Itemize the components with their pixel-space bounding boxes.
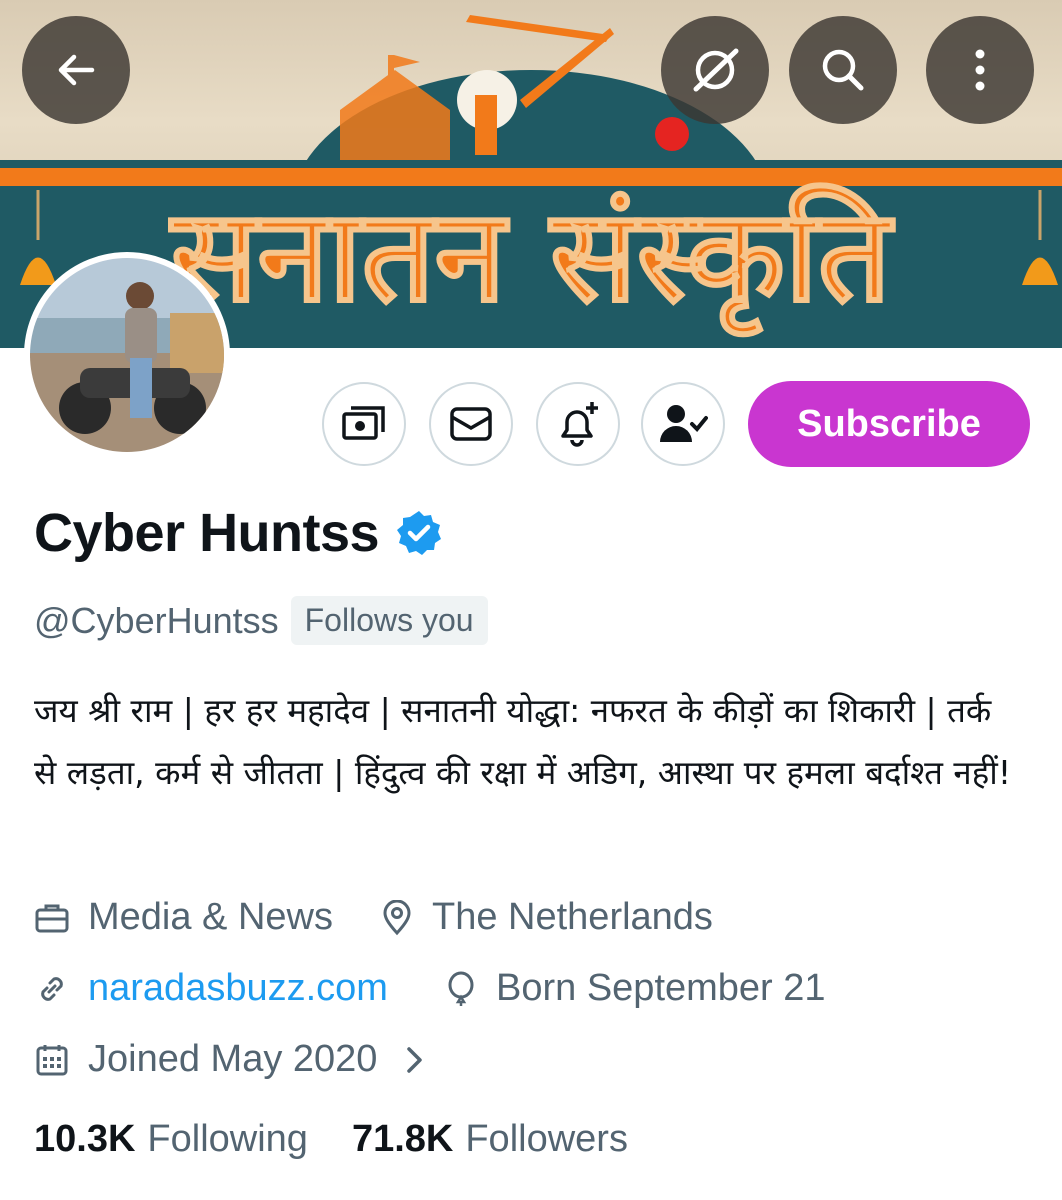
following-label: Following xyxy=(147,1118,308,1160)
name-row: Cyber Huntss xyxy=(34,502,443,564)
website-item[interactable]: naradasbuzz.com xyxy=(34,967,388,1010)
following-count: 10.3K xyxy=(34,1118,136,1160)
more-vertical-icon xyxy=(975,49,985,91)
link-icon xyxy=(41,976,63,1001)
grok-button[interactable] xyxy=(661,16,769,124)
avatar-photo xyxy=(30,258,224,452)
display-name: Cyber Huntss xyxy=(34,503,380,563)
briefcase-icon xyxy=(35,904,69,932)
followers-count: 71.8K xyxy=(351,1118,454,1160)
bell-plus-icon xyxy=(561,402,598,447)
handle: @CyberHuntss xyxy=(34,599,279,641)
follow-stats: 10.3K Following 71.8K Followers xyxy=(34,1118,672,1161)
search-button[interactable] xyxy=(789,16,897,124)
category-item: Media & News xyxy=(34,896,333,939)
joined-item[interactable]: Joined May 2020 xyxy=(34,1038,445,1081)
website-link[interactable]: naradasbuzz.com xyxy=(88,967,388,1010)
followers-stat[interactable]: 71.8K Followers xyxy=(352,1118,628,1161)
following-stat[interactable]: 10.3K Following xyxy=(34,1118,308,1161)
birthday-label: Born September 21 xyxy=(496,967,826,1009)
verified-badge-icon[interactable] xyxy=(395,509,443,557)
profile-avatar[interactable] xyxy=(24,252,230,458)
subscribe-button[interactable]: Subscribe xyxy=(748,381,1030,467)
category-label: Media & News xyxy=(88,896,333,938)
notifications-button[interactable] xyxy=(536,382,620,466)
chevron-right-icon xyxy=(407,1046,423,1073)
location-label: The Netherlands xyxy=(432,896,713,938)
calendar-icon xyxy=(36,1044,68,1075)
location-item: The Netherlands xyxy=(380,896,713,939)
follows-you-badge: Follows you xyxy=(290,596,488,645)
following-button[interactable] xyxy=(641,382,725,466)
followers-label: Followers xyxy=(465,1118,628,1160)
balloon-icon xyxy=(448,971,474,1006)
money-icon xyxy=(342,406,385,440)
mail-icon xyxy=(450,407,492,441)
arrow-left-icon xyxy=(58,54,95,86)
search-icon xyxy=(822,49,864,91)
grok-slash-icon xyxy=(693,48,739,92)
message-button[interactable] xyxy=(429,382,513,466)
joined-label: Joined May 2020 xyxy=(88,1038,378,1080)
person-check-icon xyxy=(660,405,708,442)
tip-button[interactable] xyxy=(322,382,406,466)
more-button[interactable] xyxy=(926,16,1034,124)
banner-title: सनातन संस्कृति xyxy=(169,182,895,337)
handle-row: @CyberHuntss Follows you xyxy=(34,596,488,645)
back-button[interactable] xyxy=(22,16,130,124)
location-pin-icon xyxy=(383,899,411,935)
bio: जय श्री राम | हर हर महादेव | सनातनी योद्… xyxy=(34,691,1012,792)
birthday-item: Born September 21 xyxy=(444,967,826,1010)
